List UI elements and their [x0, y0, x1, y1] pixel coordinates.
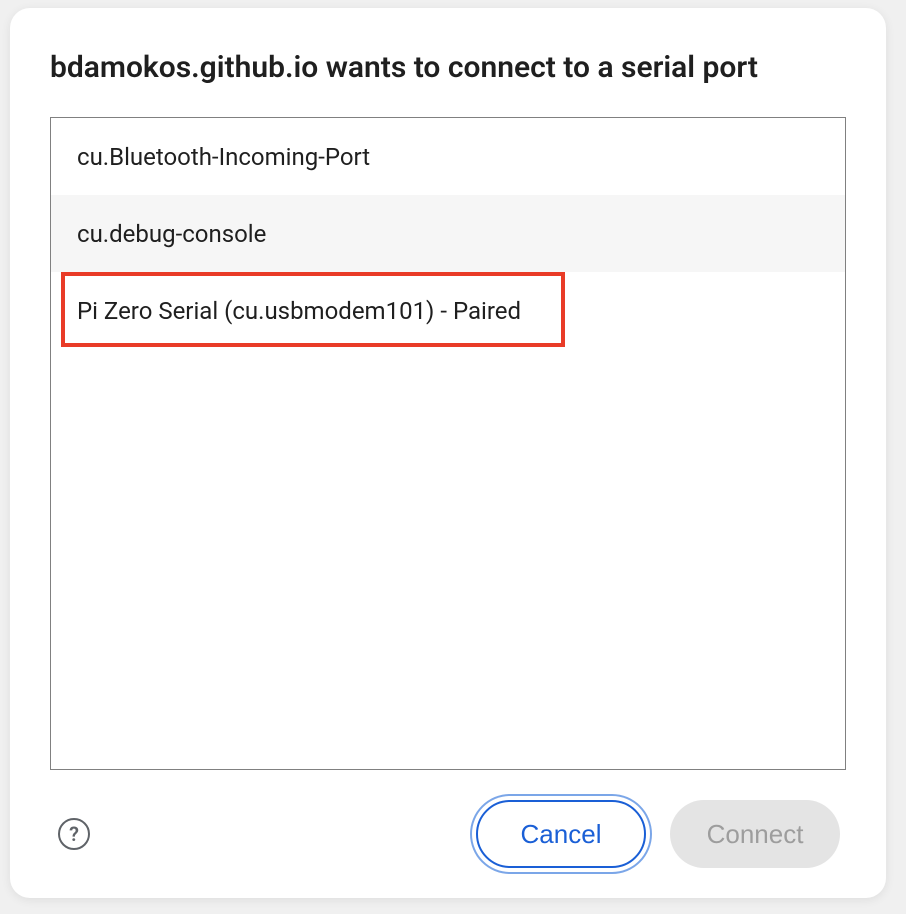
connect-button[interactable]: Connect	[670, 800, 840, 868]
dialog-button-group: Cancel Connect	[476, 800, 840, 868]
dialog-title: bdamokos.github.io wants to connect to a…	[50, 48, 846, 87]
serial-port-list: cu.Bluetooth-Incoming-Port cu.debug-cons…	[50, 117, 846, 770]
serial-port-item[interactable]: cu.debug-console	[51, 195, 845, 272]
help-glyph: ?	[69, 822, 79, 846]
help-button[interactable]: ?	[56, 816, 92, 852]
serial-port-item[interactable]: Pi Zero Serial (cu.usbmodem101) - Paired	[51, 272, 845, 349]
dialog-footer: ? Cancel Connect	[50, 800, 846, 868]
serial-port-item[interactable]: cu.Bluetooth-Incoming-Port	[51, 118, 845, 195]
serial-port-label: cu.debug-console	[77, 220, 266, 248]
cancel-button[interactable]: Cancel	[476, 800, 646, 868]
serial-port-dialog: bdamokos.github.io wants to connect to a…	[10, 8, 886, 898]
serial-port-label: Pi Zero Serial (cu.usbmodem101) - Paired	[77, 297, 521, 325]
help-icon: ?	[58, 818, 90, 850]
serial-port-label: cu.Bluetooth-Incoming-Port	[77, 143, 370, 171]
